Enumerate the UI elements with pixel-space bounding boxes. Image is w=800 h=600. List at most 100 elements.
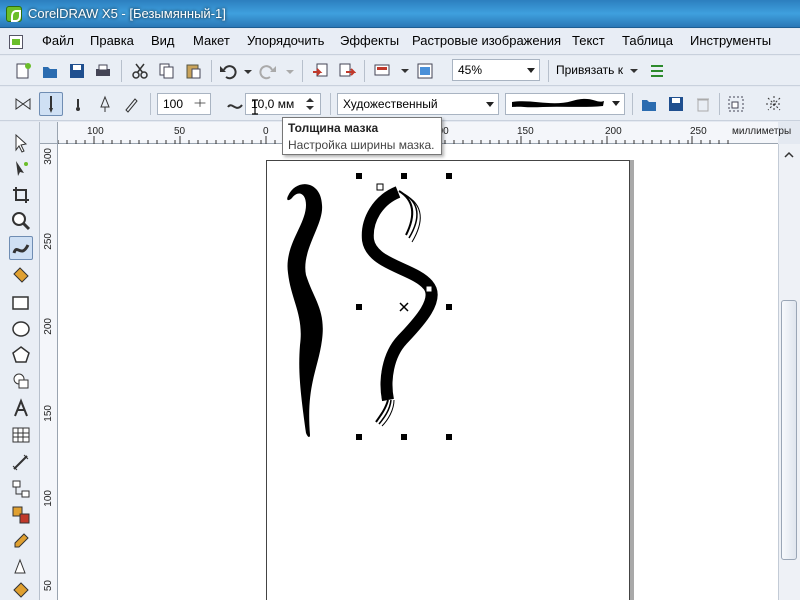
redo-dropdown-icon[interactable] (280, 62, 298, 80)
open-icon[interactable] (41, 62, 59, 80)
selection-handle-top-left[interactable] (356, 173, 362, 179)
selection-handle-top[interactable] (401, 173, 407, 179)
selection-handle-bottom[interactable] (401, 434, 407, 440)
smart-fill-tool-icon[interactable] (10, 264, 32, 286)
paste-icon[interactable] (184, 62, 202, 80)
browse-brush-icon[interactable] (640, 95, 658, 113)
stroke-width-icon (227, 104, 243, 109)
vertical-ruler[interactable] (40, 144, 58, 600)
curve-mid-node (425, 285, 433, 293)
save-icon[interactable] (68, 62, 86, 80)
zoom-tool-icon[interactable] (10, 210, 32, 232)
publish-pdf-icon[interactable] (373, 62, 391, 80)
new-document-icon[interactable] (14, 62, 32, 80)
menu-layout[interactable]: Макет (193, 33, 230, 48)
shape-tool-icon[interactable] (10, 158, 32, 180)
menu-effects[interactable]: Эффекты (340, 33, 399, 48)
connector-tool-icon[interactable] (10, 478, 32, 500)
artwork[interactable] (266, 160, 630, 600)
calligraphic-icon[interactable] (96, 95, 114, 113)
ruler-v-label: 100 (43, 490, 54, 507)
separator (330, 93, 331, 115)
menu-bitmaps[interactable]: Растровые изображения (412, 33, 561, 48)
sprayer-icon[interactable] (69, 95, 87, 113)
menu-table[interactable]: Таблица (622, 33, 673, 48)
table-tool-icon[interactable] (10, 424, 32, 446)
text-tool-icon[interactable] (10, 398, 32, 420)
selection-handle-top-right[interactable] (446, 173, 452, 179)
dimension-tool-icon[interactable] (10, 452, 32, 474)
snap-to-label: Привязать к (556, 63, 623, 77)
menu-view[interactable]: Вид (151, 33, 175, 48)
stroke-width-spinner-icon[interactable] (302, 94, 318, 114)
dropdown-arrow-icon[interactable] (396, 62, 414, 80)
brush-category-value: Художественный (343, 97, 438, 111)
menu-file[interactable]: Файл (42, 33, 74, 48)
separator (364, 60, 365, 82)
delete-brush-icon[interactable] (694, 95, 712, 113)
selection-handle-left[interactable] (356, 304, 362, 310)
brush-stroke-preview-icon (512, 98, 604, 108)
undo-icon[interactable] (219, 62, 237, 80)
scrollbar-thumb[interactable] (781, 300, 797, 560)
pressure-icon[interactable] (122, 95, 140, 113)
save-brush-icon[interactable] (667, 95, 685, 113)
selection-handle-bottom-left[interactable] (356, 434, 362, 440)
export-icon[interactable] (338, 62, 356, 80)
separator (121, 60, 122, 82)
cut-icon[interactable] (131, 62, 149, 80)
rectangle-tool-icon[interactable] (10, 292, 32, 314)
separator (302, 60, 303, 82)
ruler-v-label: 50 (43, 580, 54, 592)
menu-text[interactable]: Текст (572, 33, 605, 48)
selection-handle-bottom-right[interactable] (446, 434, 452, 440)
eyedropper-tool-icon[interactable] (10, 530, 32, 552)
rotation-center-icon[interactable] (399, 302, 409, 312)
menu-arrange[interactable]: Упорядочить (247, 33, 324, 48)
redo-icon[interactable] (259, 62, 277, 80)
copy-icon[interactable] (158, 62, 176, 80)
slider-icon[interactable] (193, 96, 207, 110)
selection-handle-right[interactable] (446, 304, 452, 310)
print-icon[interactable] (94, 62, 112, 80)
pick-tool-icon[interactable] (10, 132, 32, 154)
ellipse-tool-icon[interactable] (10, 318, 32, 340)
artistic-media-tool-button[interactable] (9, 236, 33, 260)
application-launcher-icon[interactable] (416, 62, 434, 80)
tooltip: Толщина мазка Настройка ширины мазка. (282, 117, 442, 155)
import-icon[interactable] (311, 62, 329, 80)
separator (211, 60, 212, 82)
menu-tools[interactable]: Инструменты (690, 33, 771, 48)
zoom-level-dropdown[interactable]: 45% (452, 59, 540, 81)
smoothing-value: 100 (163, 97, 184, 111)
left-brush-stroke (287, 184, 323, 438)
undo-dropdown-icon[interactable] (238, 62, 256, 80)
brush-icon (49, 96, 53, 113)
curve-start-node (376, 183, 384, 191)
brush-category-dropdown[interactable]: Художественный (337, 93, 499, 115)
blend-tool-icon[interactable] (10, 504, 32, 526)
separator (719, 93, 720, 115)
polygon-tool-icon[interactable] (10, 344, 32, 366)
options-icon[interactable] (648, 62, 666, 80)
text-cursor-icon (252, 99, 258, 115)
bounding-box-icon[interactable] (765, 95, 783, 113)
object-scale-icon[interactable] (727, 95, 745, 113)
fill-tool-icon[interactable] (10, 580, 32, 600)
menu-edit[interactable]: Правка (90, 33, 134, 48)
brush-stroke-dropdown[interactable] (505, 93, 625, 115)
crop-tool-icon[interactable] (10, 184, 32, 206)
separator (150, 93, 151, 115)
snap-dropdown-icon[interactable] (625, 62, 643, 80)
ruler-origin[interactable] (40, 122, 58, 144)
document-icon[interactable] (9, 35, 23, 49)
brush-mode-button[interactable] (39, 92, 63, 116)
coreldraw-app-icon[interactable] (6, 6, 22, 22)
basic-shapes-tool-icon[interactable] (10, 370, 32, 392)
snap-to-button[interactable]: Привязать к (556, 63, 623, 77)
scroll-up-icon[interactable] (782, 150, 796, 160)
outline-pen-tool-icon[interactable] (10, 556, 32, 578)
ruler-v-label: 300 (43, 148, 54, 165)
preset-mode-icon[interactable] (14, 95, 32, 113)
artistic-media-tool-icon (12, 244, 30, 254)
